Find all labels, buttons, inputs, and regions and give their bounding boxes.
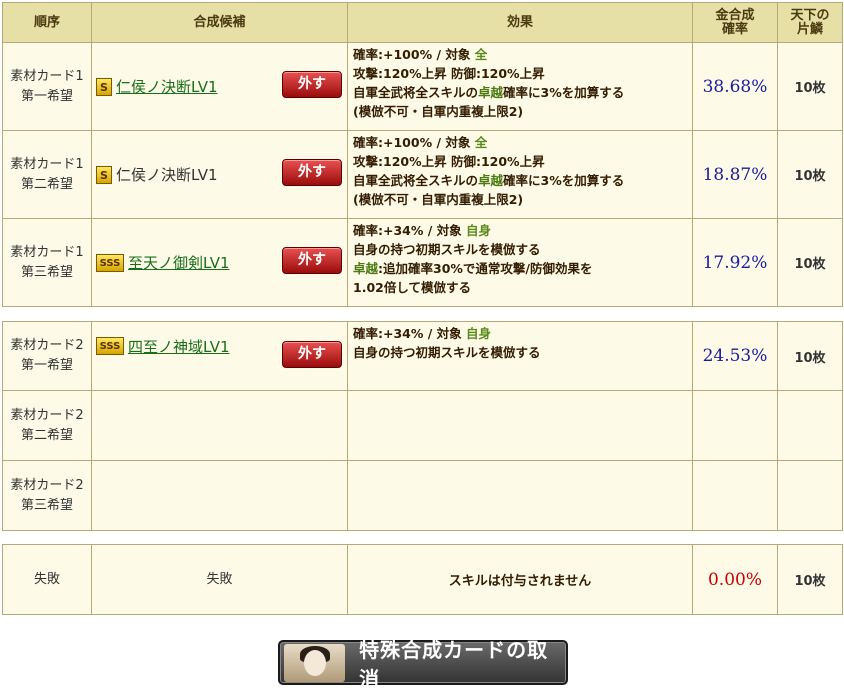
row-candidate: S 仁侯ノ決断LV1 外す — [91, 42, 348, 131]
shard-count: 10枚 — [777, 218, 843, 307]
row-order: 素材カード2 第三希望 — [2, 460, 92, 531]
effect-text: 自身の持つ初期スキルを模倣する — [353, 345, 541, 360]
success-rate: 17.92% — [692, 218, 778, 307]
row-candidate: SSS 四至ノ神域LV1 外す — [91, 321, 348, 391]
effect-text: 攻撃:120%上昇 防御:120%上昇 — [353, 154, 545, 169]
table-row: 素材カード2 第二希望 — [2, 390, 843, 461]
row-candidate: S 仁侯ノ決断LV1 外す — [91, 130, 348, 219]
header-candidate: 合成候補 — [91, 2, 348, 43]
row-effect — [347, 390, 693, 461]
rarity-badge: S — [96, 165, 112, 184]
remove-button[interactable]: 外す — [282, 71, 342, 98]
table-row: 素材カード2 第一希望 SSS 四至ノ神域LV1 外す 確率:+34% / 対象… — [2, 321, 843, 391]
effect-keyword: 卓越 — [478, 85, 504, 100]
table-row: 素材カード1 第二希望 S 仁侯ノ決断LV1 外す 確率:+100% / 対象 … — [2, 130, 843, 219]
remove-button[interactable]: 外す — [282, 341, 342, 368]
row-order: 素材カード1 第三希望 — [2, 218, 92, 307]
row-effect: 確率:+34% / 対象 自身 自身の持つ初期スキルを模倣する 卓越:追加確率3… — [347, 218, 693, 307]
row-order: 素材カード2 第一希望 — [2, 321, 92, 391]
row-candidate — [91, 390, 348, 461]
remove-button[interactable]: 外す — [282, 159, 342, 186]
row-order: 素材カード2 第二希望 — [2, 390, 92, 461]
character-portrait-icon — [284, 643, 346, 682]
row-candidate: 失敗 — [91, 544, 348, 615]
skill-link[interactable]: 仁侯ノ決断LV1 — [116, 76, 218, 97]
effect-text: 1.02倍して模倣する — [353, 280, 471, 295]
effect-text: 確率:+34% / 対象 — [353, 326, 467, 341]
effect-text: 自軍全武将全スキルの — [353, 173, 479, 188]
row-effect: スキルは付与されません — [347, 544, 693, 615]
row-effect: 確率:+100% / 対象 全 攻撃:120%上昇 防御:120%上昇 自軍全武… — [347, 130, 693, 219]
skill-link[interactable]: 至天ノ御剣LV1 — [128, 252, 230, 273]
effect-text: 確率:+100% / 対象 — [353, 135, 475, 150]
shard-count: 10枚 — [777, 321, 843, 391]
success-rate: 24.53% — [692, 321, 778, 391]
candidate-skill: S 仁侯ノ決断LV1 — [96, 43, 218, 130]
shard-count: 10枚 — [777, 42, 843, 131]
effect-text: (模倣不可・自軍内重複上限2) — [353, 104, 524, 119]
header-effect: 効果 — [347, 2, 693, 43]
table-row: 素材カード2 第三希望 — [2, 460, 843, 531]
failure-table: 失敗 失敗 スキルは付与されません 0.00% 10枚 — [2, 544, 843, 615]
effect-text: 確率:+34% / 対象 — [353, 223, 467, 238]
row-effect — [347, 460, 693, 531]
header-shard: 天下の 片鱗 — [777, 2, 843, 43]
candidate-skill: S 仁侯ノ決断LV1 — [96, 131, 218, 218]
success-rate: 0.00% — [692, 544, 778, 615]
effect-target: 自身 — [466, 223, 492, 238]
cancel-special-card-button[interactable]: 特殊合成カードの取消 — [278, 638, 568, 691]
cancel-button-label: 特殊合成カードの取消 — [359, 637, 549, 691]
skill-name: 仁侯ノ決断LV1 — [116, 166, 218, 184]
remove-button[interactable]: 外す — [282, 247, 342, 274]
row-effect: 確率:+100% / 対象 全 攻撃:120%上昇 防御:120%上昇 自軍全武… — [347, 42, 693, 131]
effect-target: 自身 — [466, 326, 492, 341]
shard-count — [777, 390, 843, 461]
effect-text: 自軍全武将全スキルの — [353, 85, 479, 100]
skill-link[interactable]: 四至ノ神域LV1 — [128, 336, 230, 357]
candidate-skill: SSS 至天ノ御剣LV1 — [96, 219, 230, 306]
effect-text: (模倣不可・自軍内重複上限2) — [353, 192, 524, 207]
effect-text: 確率:+100% / 対象 — [353, 47, 475, 62]
effect-keyword: 卓越 — [353, 261, 379, 276]
shard-count: 10枚 — [777, 544, 843, 615]
table-header: 順序 合成候補 効果 金合成 確率 天下の 片鱗 — [2, 2, 843, 43]
table-row: 素材カード1 第一希望 S 仁侯ノ決断LV1 外す 確率:+100% / 対象 … — [2, 42, 843, 131]
shard-count — [777, 460, 843, 531]
row-order: 素材カード1 第一希望 — [2, 42, 92, 131]
effect-target: 全 — [474, 47, 488, 62]
table-row: 素材カード1 第三希望 SSS 至天ノ御剣LV1 外す 確率:+34% / 対象… — [2, 218, 843, 307]
effect-text: 確率に3%を加算する — [503, 173, 625, 188]
effect-text: :追加確率30%で通常攻撃/防御効果を — [378, 261, 593, 276]
success-rate — [692, 390, 778, 461]
success-rate: 18.87% — [692, 130, 778, 219]
rarity-badge: S — [96, 77, 112, 96]
candidate-table-2: 素材カード2 第一希望 SSS 四至ノ神域LV1 外す 確率:+34% / 対象… — [2, 321, 843, 531]
row-candidate — [91, 460, 348, 531]
row-effect: 確率:+34% / 対象 自身 自身の持つ初期スキルを模倣する — [347, 321, 693, 391]
effect-target: 全 — [474, 135, 488, 150]
rarity-badge: SSS — [96, 253, 124, 272]
header-rate: 金合成 確率 — [692, 2, 778, 43]
success-rate — [692, 460, 778, 531]
candidate-skill: SSS 四至ノ神域LV1 — [96, 322, 230, 370]
effect-keyword: 卓越 — [478, 173, 504, 188]
row-candidate: SSS 至天ノ御剣LV1 外す — [91, 218, 348, 307]
effect-text: 自身の持つ初期スキルを模倣する — [353, 242, 541, 257]
table-row: 失敗 失敗 スキルは付与されません 0.00% 10枚 — [2, 544, 843, 615]
shard-count: 10枚 — [777, 130, 843, 219]
success-rate: 38.68% — [692, 42, 778, 131]
effect-text: 攻撃:120%上昇 防御:120%上昇 — [353, 66, 545, 81]
row-order: 失敗 — [2, 544, 92, 615]
row-order: 素材カード1 第二希望 — [2, 130, 92, 219]
effect-text: 確率に3%を加算する — [503, 85, 625, 100]
rarity-badge: SSS — [96, 337, 124, 355]
header-order: 順序 — [2, 2, 92, 43]
candidate-table-1: 順序 合成候補 効果 金合成 確率 天下の 片鱗 素材カード1 第一希望 S 仁… — [2, 2, 843, 307]
